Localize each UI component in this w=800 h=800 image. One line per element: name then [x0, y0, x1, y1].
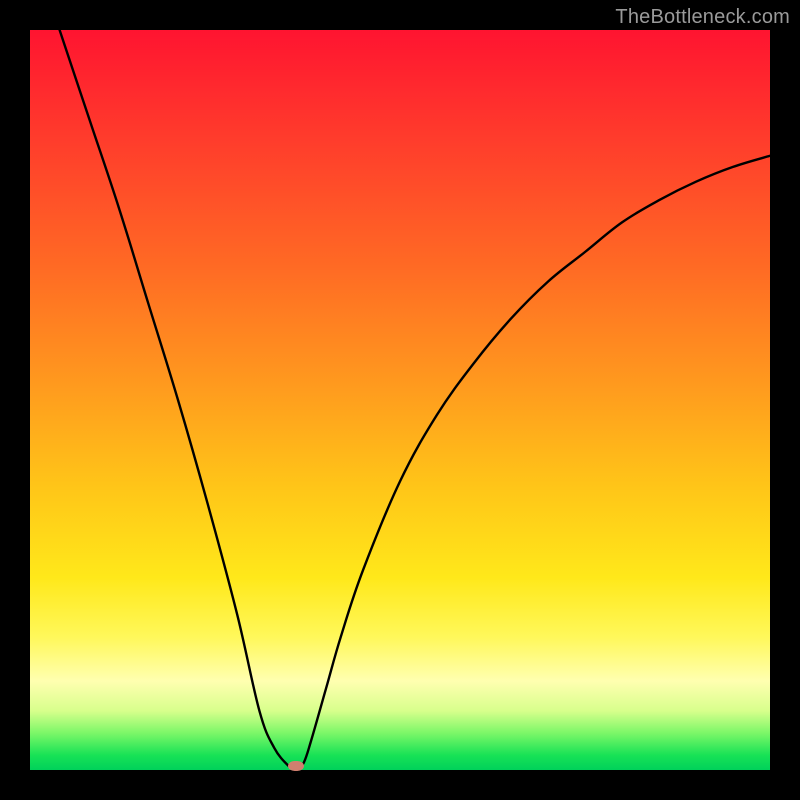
- chart-plot-area: [30, 30, 770, 770]
- valley-marker: [288, 761, 304, 771]
- chart-stage: TheBottleneck.com: [0, 0, 800, 800]
- bottleneck-curve: [30, 30, 770, 770]
- watermark-label: TheBottleneck.com: [615, 6, 790, 29]
